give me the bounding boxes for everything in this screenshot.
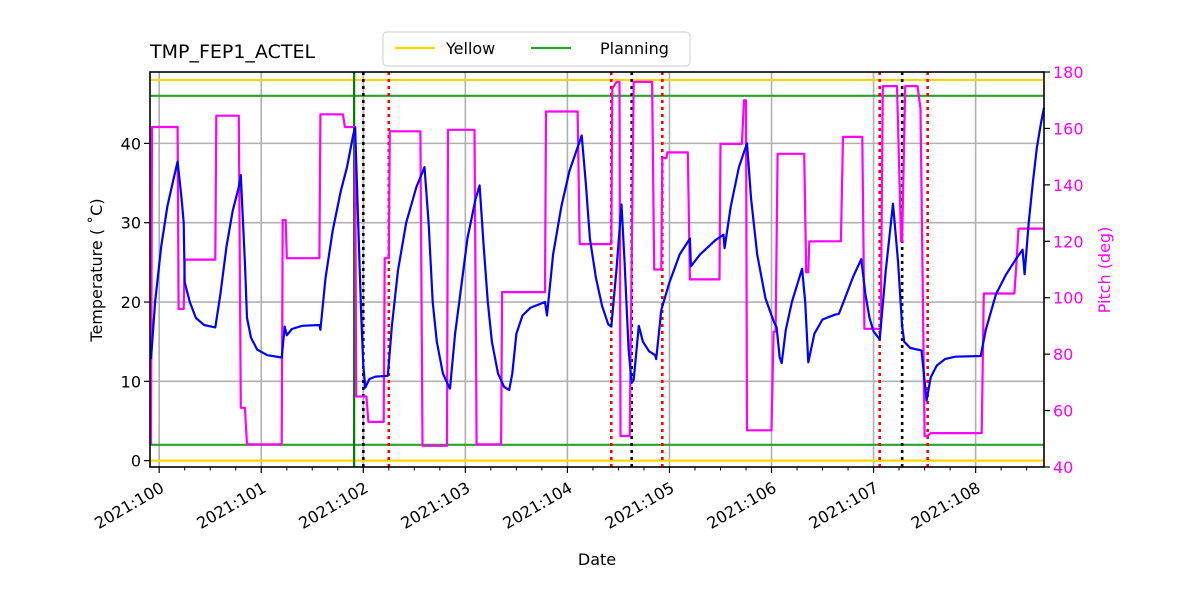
x-axis-label: Date (578, 550, 616, 569)
y-axis-left: 0 10 20 30 40 (121, 134, 150, 471)
y2-tick-label: 40 (1053, 458, 1073, 477)
x-tick-label: 2021:106 (704, 478, 780, 533)
y-axis-right: 40 60 80 100 120 140 160 180 (1044, 63, 1084, 477)
chart-title: TMP_FEP1_ACTEL (149, 41, 315, 63)
series-line-pitch (149, 80, 1044, 447)
x-tick-label: 2021:105 (602, 478, 678, 533)
limits-layer (150, 78, 1044, 462)
x-tick-label: 2021:108 (908, 478, 984, 533)
y-axis-label: Temperature ( ˚C) (87, 198, 106, 342)
legend-label-planning: Planning (600, 39, 669, 58)
plot-frame (149, 71, 1045, 468)
y-tick-label: 0 (131, 452, 141, 471)
x-tick-label: 2021:107 (806, 478, 882, 533)
y2-tick-label: 80 (1053, 345, 1073, 364)
y2-tick-label: 140 (1053, 176, 1084, 195)
y2-tick-label: 160 (1053, 119, 1084, 138)
x-tick-label: 2021:103 (397, 478, 473, 533)
x-tick-label: 2021:104 (500, 478, 576, 533)
chart-svg: 2021:100 2021:101 2021:102 2021:103 2021:104… (87, 31, 1114, 569)
grid-layer (150, 72, 1044, 467)
x-tick-label: 2021:102 (295, 478, 371, 533)
y2-axis-label: Pitch (deg) (1095, 227, 1114, 314)
y-tick-label: 40 (121, 134, 141, 153)
legend-label-yellow: Yellow (445, 39, 495, 58)
x-tick-label: 2021:101 (193, 478, 269, 533)
x-axis: 2021:100 2021:101 2021:102 2021:103 2021:104… (91, 467, 1028, 533)
series-line-temperature (149, 107, 1046, 402)
y2-tick-label: 180 (1053, 63, 1084, 82)
legend: Yellow Planning (382, 31, 691, 67)
y-tick-label: 10 (121, 372, 141, 391)
y2-tick-label: 120 (1053, 232, 1084, 251)
x-tick-label: 2021:100 (91, 478, 167, 533)
y-tick-label: 30 (121, 214, 141, 233)
y2-tick-label: 60 (1053, 402, 1073, 421)
series-layer (149, 80, 1046, 447)
vlines-layer (353, 72, 929, 467)
y2-tick-label: 100 (1053, 289, 1084, 308)
y-tick-label: 20 (121, 293, 141, 312)
